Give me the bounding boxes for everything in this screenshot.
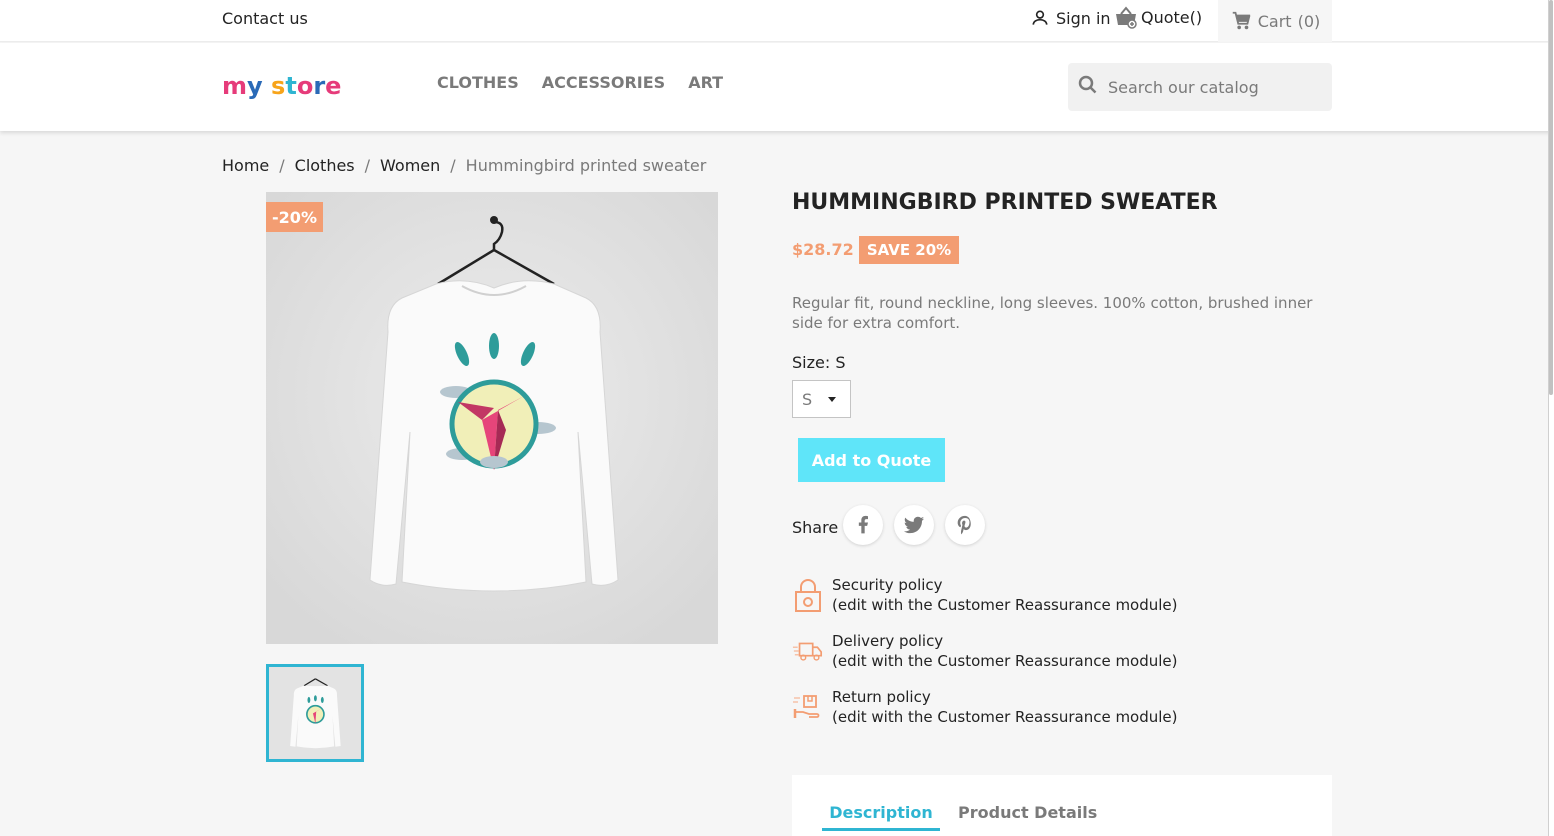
size-label: Size: S <box>792 353 846 372</box>
policy-security-note: (edit with the Customer Reassurance modu… <box>832 596 1178 614</box>
twitter-icon <box>903 516 925 534</box>
logo-letter <box>263 71 271 101</box>
breadcrumb-home[interactable]: Home <box>222 156 269 175</box>
pinterest-share-button[interactable] <box>945 505 985 545</box>
size-select[interactable]: S <box>792 380 851 418</box>
cart-icon <box>1232 11 1251 30</box>
contact-us-link[interactable]: Contact us <box>222 9 308 28</box>
save-badge: SAVE 20% <box>859 236 959 264</box>
return-icon <box>793 695 820 718</box>
facebook-icon <box>858 515 868 534</box>
logo-letter: m <box>222 72 248 100</box>
sweater-thumbnail-image <box>269 667 361 759</box>
policy-return-title: Return policy <box>832 688 931 706</box>
scrollbar-thumb[interactable] <box>1549 0 1553 395</box>
add-to-quote-button[interactable]: Add to Quote <box>798 438 945 482</box>
lock-icon <box>795 579 821 612</box>
nav-accessories[interactable]: ACCESSORIES <box>542 73 665 92</box>
logo-letter: s <box>271 72 286 100</box>
policy-security: Security policy (edit with the Customer … <box>792 575 1178 615</box>
nav-clothes[interactable]: CLOTHES <box>437 73 519 92</box>
nav-art[interactable]: ART <box>688 73 723 92</box>
facebook-share-button[interactable] <box>843 505 883 545</box>
twitter-share-button[interactable] <box>894 505 934 545</box>
basket-icon <box>1116 6 1137 29</box>
user-icon <box>1032 10 1048 25</box>
sweater-illustration <box>266 192 718 644</box>
product-price: $28.72 <box>792 240 854 259</box>
site-header: my store CLOTHES ACCESSORIES ART <box>0 43 1554 131</box>
logo-letter: t <box>285 72 297 100</box>
tab-product-details[interactable]: Product Details <box>958 803 1097 822</box>
discount-badge: -20% <box>266 202 323 232</box>
logo-letter: o <box>296 72 314 100</box>
sign-in-label: Sign in <box>1056 8 1111 28</box>
product-main-image[interactable] <box>266 192 718 644</box>
cart-label: Cart <box>1257 11 1292 31</box>
breadcrumb-separator: / <box>279 156 285 175</box>
breadcrumb: Home / Clothes / Women / Hummingbird pri… <box>222 156 706 175</box>
top-bar: Contact us Sign in Quote() Cart (0) <box>0 0 1554 42</box>
truck-icon <box>792 642 823 661</box>
logo-letter: e <box>325 72 342 100</box>
logo-letter: r <box>313 72 326 100</box>
policy-delivery-note: (edit with the Customer Reassurance modu… <box>832 652 1178 670</box>
cart-count: (0) <box>1297 11 1321 31</box>
search-box <box>1068 63 1332 111</box>
size-select-value: S <box>802 389 813 409</box>
search-icon[interactable] <box>1076 73 1100 97</box>
tab-description[interactable]: Description <box>822 803 940 831</box>
policy-security-title: Security policy <box>832 576 943 594</box>
quote-link[interactable]: Quote() <box>1114 5 1202 29</box>
store-logo[interactable]: my store <box>222 71 341 101</box>
breadcrumb-separator: / <box>364 156 371 175</box>
cart-button[interactable]: Cart (0) <box>1218 0 1332 42</box>
policy-return-note: (edit with the Customer Reassurance modu… <box>832 708 1178 726</box>
chevron-down-icon <box>828 397 836 402</box>
breadcrumb-clothes[interactable]: Clothes <box>295 156 355 175</box>
policy-delivery-title: Delivery policy <box>832 632 944 650</box>
search-input[interactable] <box>1108 75 1318 99</box>
pinterest-icon <box>957 515 971 535</box>
policy-return: Return policy (edit with the Customer Re… <box>792 687 1178 727</box>
product-thumbnail[interactable] <box>266 664 364 762</box>
main-nav: CLOTHES ACCESSORIES ART <box>437 73 723 92</box>
breadcrumb-separator: / <box>450 156 456 175</box>
logo-letter: y <box>247 72 263 100</box>
breadcrumb-women[interactable]: Women <box>380 156 440 175</box>
sign-in-link[interactable]: Sign in <box>1030 8 1111 28</box>
breadcrumb-current: Hummingbird printed sweater <box>465 156 707 175</box>
product-description: Regular fit, round neckline, long sleeve… <box>792 294 1313 332</box>
product-title: HUMMINGBIRD PRINTED SWEATER <box>792 190 1218 215</box>
policy-delivery: Delivery policy (edit with the Customer … <box>792 631 1178 671</box>
product-tabs: Description Product Details <box>792 775 1332 836</box>
scrollbar-track[interactable] <box>1548 0 1554 836</box>
quote-label: Quote() <box>1141 7 1203 27</box>
share-label: Share <box>792 518 839 537</box>
